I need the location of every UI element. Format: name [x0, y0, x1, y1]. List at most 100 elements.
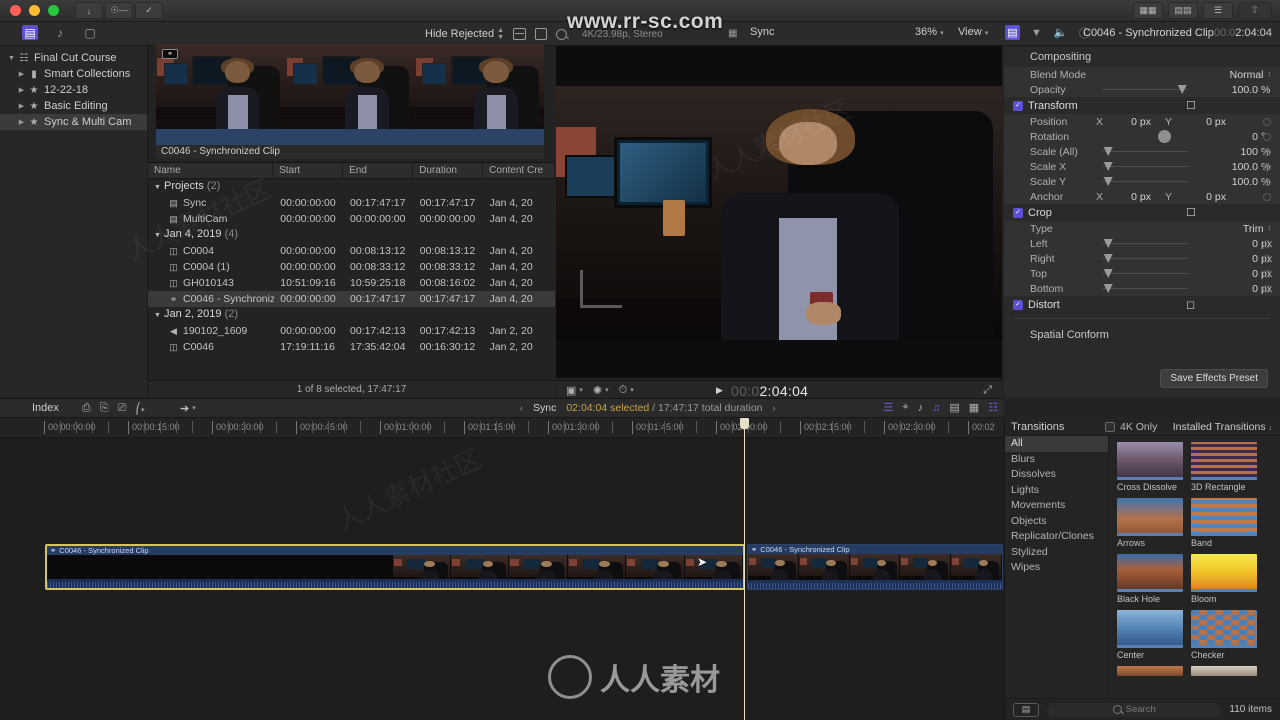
share-icon[interactable]: ⇧ — [1238, 2, 1272, 19]
disclosure-triangle-icon[interactable]: ▶ — [16, 118, 27, 126]
transition-thumbnail[interactable] — [1117, 442, 1183, 480]
crop-type-value[interactable]: Trim — [1243, 223, 1264, 235]
sidebar-item-smart-collections[interactable]: ▶ ▮ Smart Collections — [0, 66, 147, 82]
row-opacity[interactable]: Opacity 100.0 % — [1004, 82, 1280, 97]
transform-menu-icon[interactable]: ▣ ▾ — [566, 384, 583, 397]
minimize-button[interactable] — [29, 5, 40, 16]
view-menu-button[interactable]: View ▾ — [958, 26, 988, 38]
transition-thumbnail[interactable] — [1191, 666, 1257, 676]
position-y-value[interactable]: 0 px — [1172, 116, 1226, 128]
scale-y-slider[interactable] — [1102, 177, 1188, 186]
row-crop-type[interactable]: Type Trim ↕ — [1004, 221, 1280, 236]
disclosure-triangle-icon[interactable]: ▼ — [154, 308, 164, 324]
transition-item[interactable]: Cross Dissolve — [1117, 442, 1183, 492]
tab-color[interactable]: ▼ — [1029, 25, 1044, 40]
crop-top-slider[interactable] — [1102, 269, 1188, 278]
table-row[interactable]: ◫ C0004 (1) 00:00:00:00 00:08:33:12 00:08… — [148, 259, 555, 275]
row-blend-mode[interactable]: Blend Mode Normal ↕ — [1004, 67, 1280, 82]
row-scale-all[interactable]: Scale (All) 100 % — [1004, 144, 1280, 159]
video-inspector[interactable]: Compositing Blend Mode Normal ↕ Opacity … — [1004, 46, 1280, 398]
rotation-dial[interactable] — [1158, 130, 1171, 143]
scale-all-value[interactable]: 100 — [1194, 146, 1258, 158]
transition-item[interactable]: Black Hole — [1117, 554, 1183, 604]
sidebar-item-basic-editing[interactable]: ▶ ★ Basic Editing — [0, 98, 147, 114]
reset-icon[interactable] — [1263, 192, 1271, 201]
crop-left-slider[interactable] — [1102, 239, 1188, 248]
check-circle-icon[interactable]: ✓ — [135, 2, 163, 19]
column-header-start[interactable]: Start — [273, 163, 344, 178]
row-scale-y[interactable]: Scale Y 100.0 % — [1004, 174, 1280, 189]
distort-onscreen-icon[interactable]: ◻ — [1186, 298, 1195, 311]
transition-thumbnail[interactable] — [1191, 498, 1257, 536]
zoom-button[interactable] — [48, 5, 59, 16]
row-position[interactable]: Position X 0 px Y 0 px — [1004, 114, 1280, 129]
scale-y-value[interactable]: 100.0 — [1194, 176, 1258, 188]
timeline-ruler[interactable]: 00:00:00:00 00:00:15:00 00:00:30:00 00:0… — [0, 418, 1004, 438]
crop-checkbox[interactable]: ✓ — [1013, 207, 1023, 218]
tool-select-popup[interactable]: ➔ ▾ — [180, 402, 196, 415]
tab-video[interactable]: ▤ — [1005, 25, 1020, 40]
libraries-icon[interactable]: ▤ — [22, 25, 38, 40]
sidebar-item-12-22-18[interactable]: ▶ ★ 12-22-18 — [0, 82, 147, 98]
transition-thumbnail[interactable] — [1191, 442, 1257, 480]
table-row[interactable]: ◫ C0046 17:19:11:16 17:35:42:04 00:16:30:… — [148, 339, 555, 355]
section-spatial-conform-header[interactable]: Spatial Conform — [1004, 324, 1280, 345]
category-wipes[interactable]: Wipes — [1005, 560, 1108, 576]
sidebar-item-sync-multi-cam[interactable]: ▶ ★ Sync & Multi Cam — [0, 114, 147, 130]
distort-checkbox[interactable]: ✓ — [1013, 299, 1023, 310]
4k-only-checkbox[interactable]: 4K Only — [1105, 421, 1157, 433]
anchor-x-value[interactable]: 0 px — [1103, 191, 1151, 203]
section-distort-header[interactable]: ✓ Distort ◻ — [1004, 296, 1280, 313]
transition-thumbnail[interactable] — [1191, 554, 1257, 592]
insert-edit-icon[interactable]: ⎘ — [100, 402, 109, 415]
transition-thumbnail[interactable] — [1191, 610, 1257, 648]
transitions-search-input[interactable]: Search — [1047, 702, 1222, 717]
transition-thumbnail[interactable] — [1117, 610, 1183, 648]
table-row[interactable]: ▤ MultiCam 00:00:00:00 00:00:00:00 00:00:… — [148, 211, 555, 227]
retime-menu-icon[interactable]: ⏱ ▾ — [619, 384, 634, 397]
transition-item[interactable] — [1191, 666, 1257, 676]
transitions-category-list[interactable]: All Blurs Dissolves Lights Movements Obj… — [1005, 436, 1109, 698]
crop-right-value[interactable]: 0 — [1194, 253, 1258, 265]
column-header-name[interactable]: Name — [148, 163, 274, 178]
timeline-toggle-icon[interactable]: ▤▤ — [1168, 2, 1198, 19]
reset-icon[interactable] — [1263, 239, 1271, 248]
crop-top-value[interactable]: 0 — [1194, 268, 1258, 280]
transition-thumbnail[interactable] — [1117, 554, 1183, 592]
row-rotation[interactable]: Rotation 0 ° — [1004, 129, 1280, 144]
index-button[interactable]: Index — [32, 402, 59, 414]
reset-icon[interactable] — [1263, 254, 1271, 263]
row-crop-right[interactable]: Right 0 px — [1004, 251, 1280, 266]
timeline-canvas[interactable]: ⚭ C0046 - Synchronized Clip ⚭ C0046 - Sync… — [0, 438, 1004, 720]
transitions-grid[interactable]: Cross Dissolve 3D Rectangle Arrows Band … — [1109, 436, 1280, 698]
library-sidebar[interactable]: ▼ ☷ Final Cut Course ▶ ▮ Smart Collectio… — [0, 46, 148, 398]
table-row[interactable]: ▤ Sync 00:00:00:00 00:17:47:17 00:17:47:1… — [148, 195, 555, 211]
table-row-group[interactable]: ▼ Jan 4, 2019 (4) — [148, 227, 555, 243]
save-effects-preset-button[interactable]: Save Effects Preset — [1160, 369, 1268, 388]
category-lights[interactable]: Lights — [1005, 483, 1108, 499]
fullscreen-icon[interactable]: ⤢ — [983, 384, 992, 397]
disclosure-triangle-icon[interactable]: ▼ — [154, 180, 164, 196]
titles-generators-icon[interactable]: ▢ — [82, 25, 98, 40]
viewer-timecode[interactable]: 00:02:04:04 — [731, 383, 808, 399]
crop-left-value[interactable]: 0 — [1194, 238, 1258, 250]
anchor-y-value[interactable]: 0 px — [1172, 191, 1226, 203]
column-header-content-created[interactable]: Content Cre — [483, 163, 555, 178]
category-blurs[interactable]: Blurs — [1005, 452, 1108, 468]
position-x-value[interactable]: 0 px — [1103, 116, 1151, 128]
section-transform-header[interactable]: ✓ Transform ☐ — [1004, 97, 1280, 114]
transitions-browser[interactable]: Transitions 4K Only Installed Transition… — [1004, 418, 1280, 720]
installed-transitions-popup[interactable]: Installed Transitions ↕ — [1173, 421, 1272, 433]
transition-item[interactable]: Center — [1117, 610, 1183, 660]
opacity-value[interactable]: 100.0 — [1194, 84, 1258, 96]
disclosure-triangle-icon[interactable]: ▶ — [16, 70, 27, 78]
search-icon[interactable] — [556, 28, 568, 40]
reset-icon[interactable] — [1263, 132, 1271, 141]
crop-onscreen-icon[interactable]: ☐ — [1186, 206, 1196, 219]
list-view-icon[interactable] — [513, 28, 527, 40]
reset-icon[interactable] — [1263, 117, 1271, 126]
table-row[interactable]: ◫ C0004 00:00:00:00 00:08:13:12 00:08:13:… — [148, 243, 555, 259]
reset-icon[interactable] — [1263, 269, 1271, 278]
zoom-level-popup[interactable]: 36% ▾ — [915, 26, 944, 38]
transform-checkbox[interactable]: ✓ — [1013, 100, 1023, 111]
